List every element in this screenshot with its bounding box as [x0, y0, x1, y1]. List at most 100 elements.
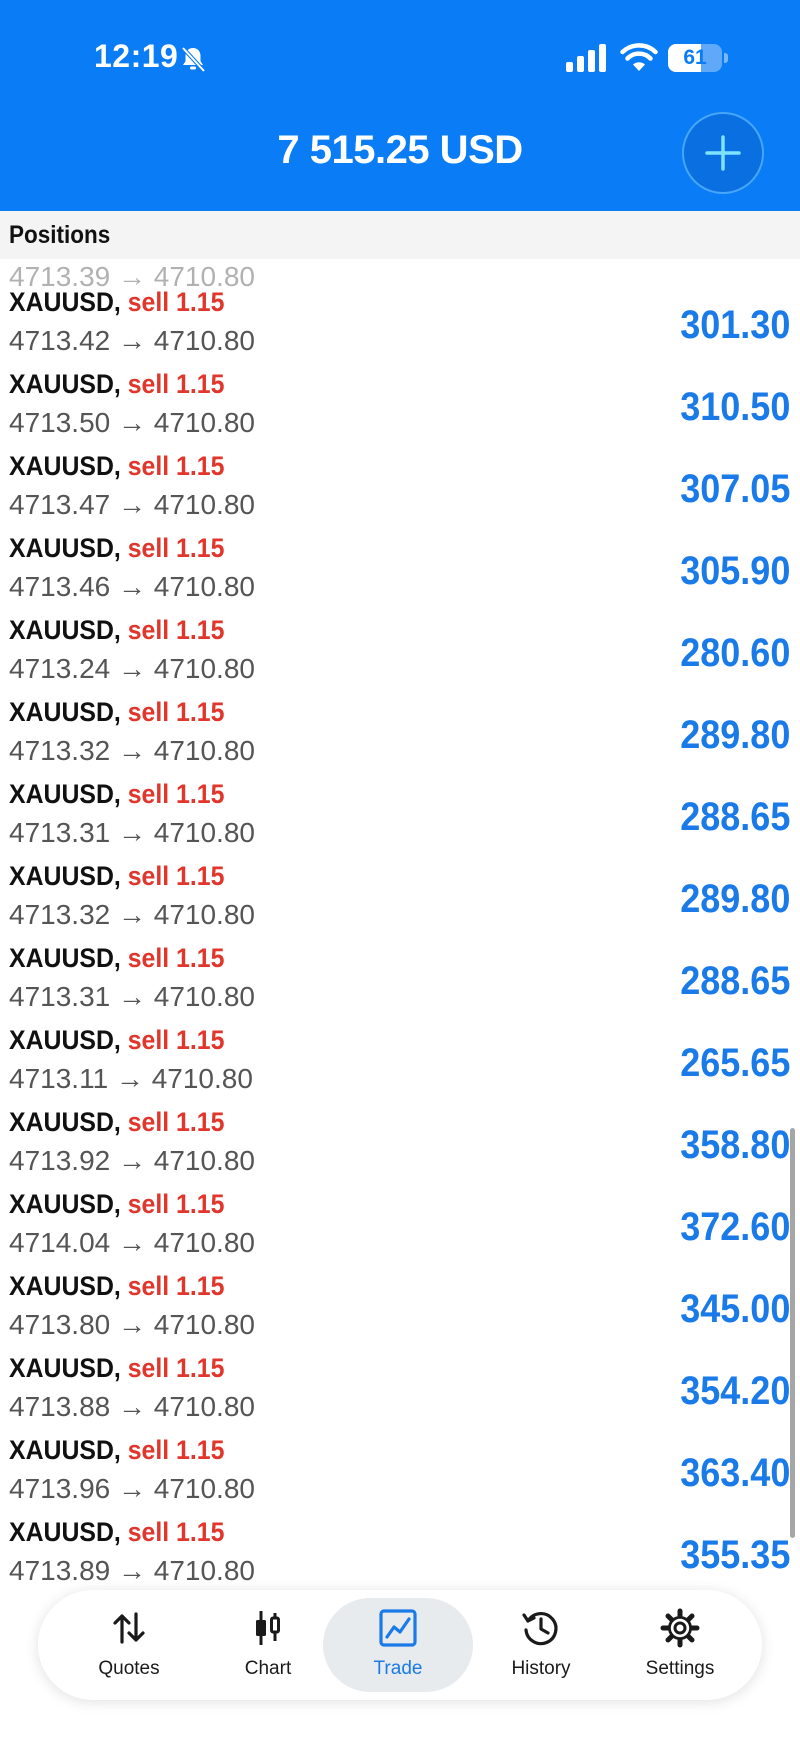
gear-icon	[660, 1608, 700, 1648]
position-prices: 4713.31 → 4710.80	[9, 981, 255, 1012]
tab-settings[interactable]: Settings	[610, 1598, 750, 1692]
scrollbar[interactable]	[790, 1128, 795, 1538]
position-row[interactable]: XAUUSD, sell 1.15 4713.50 → 4710.80 310.50	[0, 365, 800, 447]
position-row[interactable]: XAUUSD, sell 1.15 4713.32 → 4710.80 289.80	[0, 693, 800, 775]
bell-muted-icon	[181, 46, 206, 73]
position-row[interactable]: XAUUSD, sell 1.15 4713.32 → 4710.80 289.80	[0, 857, 800, 939]
position-profit: 345.00	[679, 1287, 790, 1331]
position-row[interactable]: XAUUSD, sell 1.15 4713.42 → 4710.80 301.30	[0, 283, 800, 365]
battery-indicator: 61	[668, 44, 722, 72]
symbol-name: XAUUSD,	[9, 615, 121, 645]
position-profit: 305.90	[679, 549, 790, 593]
trade-side: sell 1.15	[127, 1107, 225, 1137]
position-symbol: XAUUSD, sell 1.15	[9, 1025, 224, 1056]
trade-side: sell 1.15	[127, 1517, 225, 1547]
position-prices: 4713.89 → 4710.80	[9, 1555, 255, 1586]
position-prices: 4713.11 → 4710.80	[9, 1063, 253, 1094]
position-prices: 4713.32 → 4710.80	[9, 899, 255, 930]
symbol-name: XAUUSD,	[9, 1435, 121, 1465]
position-prices: 4713.92 → 4710.80	[9, 1145, 255, 1176]
position-row[interactable]: XAUUSD, sell 1.15 4713.92 → 4710.80 358.80	[0, 1103, 800, 1185]
position-prices: 4713.96 → 4710.80	[9, 1473, 255, 1504]
position-row[interactable]: XAUUSD, sell 1.15 4714.04 → 4710.80 372.60	[0, 1185, 800, 1267]
position-symbol: XAUUSD, sell 1.15	[9, 1189, 224, 1220]
trade-side: sell 1.15	[127, 1271, 225, 1301]
trade-side: sell 1.15	[127, 861, 225, 891]
position-row[interactable]: XAUUSD, sell 1.15 4713.31 → 4710.80 288.65	[0, 939, 800, 1021]
symbol-name: XAUUSD,	[9, 779, 121, 809]
battery-percent: 61	[683, 46, 707, 69]
position-symbol: XAUUSD, sell 1.15	[9, 1353, 224, 1384]
tab-quotes[interactable]: Quotes	[59, 1598, 199, 1692]
position-prices: 4713.50 → 4710.80	[9, 407, 255, 438]
position-row[interactable]: XAUUSD, sell 1.15 4713.96 → 4710.80 363.40	[0, 1431, 800, 1513]
position-row[interactable]: XAUUSD, sell 1.15 4713.24 → 4710.80 280.60	[0, 611, 800, 693]
trade-side: sell 1.15	[127, 779, 225, 809]
position-row[interactable]: XAUUSD, sell 1.15 4713.46 → 4710.80 305.90	[0, 529, 800, 611]
position-prices: 4713.42 → 4710.80	[9, 325, 255, 356]
position-prices: 4713.88 → 4710.80	[9, 1391, 255, 1422]
position-prices: 4713.47 → 4710.80	[9, 489, 255, 520]
tab-label: History	[511, 1658, 571, 1679]
symbol-name: XAUUSD,	[9, 697, 121, 727]
position-profit: 265.65	[679, 1041, 790, 1085]
position-profit: 289.80	[679, 877, 790, 921]
position-prices: 4713.24 → 4710.80	[9, 653, 255, 684]
signal-icon	[566, 44, 606, 72]
position-profit: 358.80	[679, 1123, 790, 1167]
candlestick-icon	[256, 1611, 280, 1645]
position-symbol: XAUUSD, sell 1.15	[9, 1271, 224, 1302]
symbol-name: XAUUSD,	[9, 1517, 121, 1547]
new-order-button[interactable]	[684, 114, 762, 192]
tab-history[interactable]: History	[471, 1598, 611, 1692]
position-profit: 288.65	[679, 959, 790, 1003]
position-prices: 4714.04 → 4710.80	[9, 1227, 255, 1258]
position-row[interactable]: XAUUSD, sell 1.15 4713.31 → 4710.80 288.65	[0, 775, 800, 857]
position-symbol: XAUUSD, sell 1.15	[9, 287, 224, 318]
position-prices: 4713.32 → 4710.80	[9, 735, 255, 766]
trade-side: sell 1.15	[127, 697, 225, 727]
position-symbol: XAUUSD, sell 1.15	[9, 1517, 224, 1548]
positions-list[interactable]: 4713.39 → 4710.80 XAUUSD, sell 1.15 4713.…	[0, 259, 800, 1589]
symbol-name: XAUUSD,	[9, 943, 121, 973]
symbol-name: XAUUSD,	[9, 1025, 121, 1055]
position-row[interactable]: XAUUSD, sell 1.15 4713.89 → 4710.80 355.35	[0, 1513, 800, 1589]
trade-chart-icon	[379, 1609, 417, 1647]
symbol-name: XAUUSD,	[9, 287, 121, 317]
position-symbol: XAUUSD, sell 1.15	[9, 943, 224, 974]
symbol-name: XAUUSD,	[9, 1107, 121, 1137]
trade-side: sell 1.15	[127, 1353, 225, 1383]
position-prices: 4713.80 → 4710.80	[9, 1309, 255, 1340]
tab-label: Settings	[645, 1658, 715, 1679]
symbol-name: XAUUSD,	[9, 1271, 121, 1301]
position-symbol: XAUUSD, sell 1.15	[9, 369, 224, 400]
trade-side: sell 1.15	[127, 533, 225, 563]
position-symbol: XAUUSD, sell 1.15	[9, 697, 224, 728]
symbol-name: XAUUSD,	[9, 533, 121, 563]
position-symbol: XAUUSD, sell 1.15	[9, 615, 224, 646]
positions-section-header: Positions	[0, 211, 800, 259]
position-symbol: XAUUSD, sell 1.15	[9, 533, 224, 564]
symbol-name: XAUUSD,	[9, 369, 121, 399]
position-profit: 372.60	[679, 1205, 790, 1249]
position-profit: 363.40	[679, 1451, 790, 1495]
tab-trade[interactable]: Trade	[323, 1598, 473, 1692]
trade-side: sell 1.15	[127, 1435, 225, 1465]
position-row[interactable]: XAUUSD, sell 1.15 4713.88 → 4710.80 354.20	[0, 1349, 800, 1431]
position-prices: 4713.46 → 4710.80	[9, 571, 255, 602]
positions-title: Positions	[9, 221, 111, 249]
position-symbol: XAUUSD, sell 1.15	[9, 779, 224, 810]
position-profit: 355.35	[679, 1533, 790, 1577]
header: 12:19 61 7 515.25 USD	[0, 0, 800, 211]
position-row[interactable]: XAUUSD, sell 1.15 4713.11 → 4710.80 265.65	[0, 1021, 800, 1103]
quotes-arrows-icon	[113, 1612, 145, 1644]
tab-chart[interactable]: Chart	[198, 1598, 338, 1692]
symbol-name: XAUUSD,	[9, 1189, 121, 1219]
position-row[interactable]: XAUUSD, sell 1.15 4713.80 → 4710.80 345.00	[0, 1267, 800, 1349]
position-profit: 280.60	[679, 631, 790, 675]
plus-icon	[705, 135, 741, 171]
tab-label: Quotes	[98, 1658, 160, 1679]
status-time: 12:19	[94, 38, 179, 74]
position-profit: 301.30	[679, 303, 790, 347]
position-row[interactable]: XAUUSD, sell 1.15 4713.47 → 4710.80 307.05	[0, 447, 800, 529]
